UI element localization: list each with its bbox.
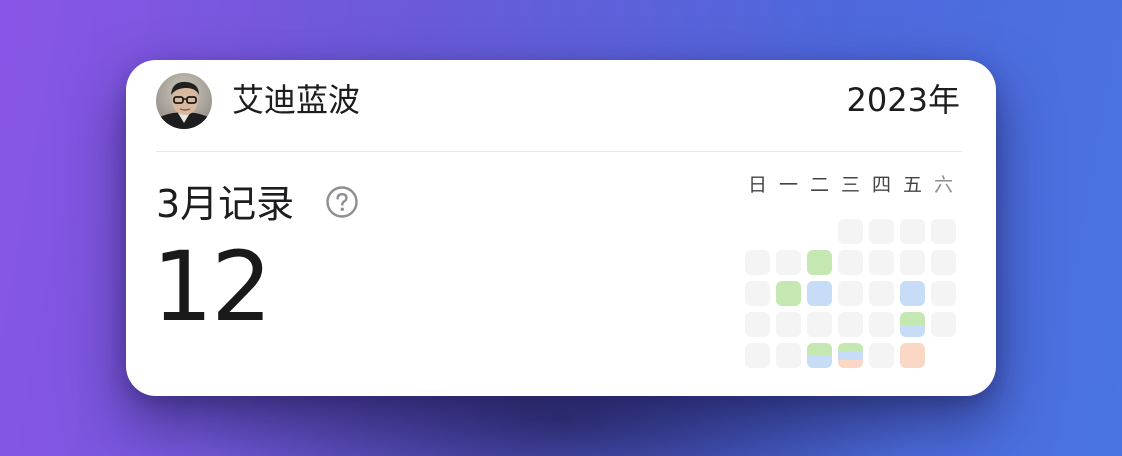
calendar-day-cell[interactable] (900, 343, 925, 368)
calendar-day-cell[interactable] (776, 250, 801, 275)
calendar-day-cell[interactable] (807, 343, 832, 368)
calendar-day-cell[interactable] (931, 312, 956, 337)
weekday-label: 三 (840, 174, 860, 196)
calendar-day-cell[interactable] (745, 250, 770, 275)
calendar-day-cell[interactable] (869, 312, 894, 337)
record-category-segment (838, 359, 863, 368)
calendar-day-cell[interactable] (838, 219, 863, 244)
calendar-day-cell[interactable] (869, 219, 894, 244)
record-count: 12 (152, 231, 272, 343)
calendar-day-cell[interactable] (776, 343, 801, 368)
record-category-segment (807, 355, 832, 368)
weekday-label: 五 (902, 174, 922, 196)
record-category-segment (900, 324, 925, 337)
calendar-day-cell[interactable] (745, 281, 770, 306)
calendar-day-cell[interactable] (931, 250, 956, 275)
weekday-label: 四 (871, 174, 891, 196)
calendar-day-cell[interactable] (900, 250, 925, 275)
calendar-day-cell[interactable] (838, 312, 863, 337)
record-category-segment (838, 351, 863, 360)
month-calendar-grid (745, 217, 961, 375)
record-category-segment (900, 343, 925, 368)
record-title: 3月记录 (156, 182, 295, 226)
calendar-day-cell[interactable] (900, 281, 925, 306)
weekday-label: 一 (778, 174, 798, 196)
calendar-day-cell[interactable] (776, 281, 801, 306)
record-category-segment (900, 281, 925, 306)
record-category-segment (900, 312, 925, 325)
record-category-segment (807, 343, 832, 356)
calendar-day-cell[interactable] (838, 281, 863, 306)
calendar-day-cell[interactable] (900, 312, 925, 337)
record-category-segment (807, 281, 832, 306)
question-circle-icon[interactable] (326, 186, 358, 218)
record-category-segment (776, 281, 801, 306)
calendar-day-cell[interactable] (776, 312, 801, 337)
record-category-segment (807, 250, 832, 275)
weekday-label: 日 (747, 174, 767, 196)
year-label[interactable]: 2023年 (847, 80, 960, 120)
weekday-label: 二 (809, 174, 829, 196)
calendar-day-cell[interactable] (869, 250, 894, 275)
calendar-day-cell[interactable] (807, 312, 832, 337)
calendar-day-cell[interactable] (900, 219, 925, 244)
weekday-label: 六 (933, 174, 953, 196)
calendar-day-cell[interactable] (745, 343, 770, 368)
calendar-day-cell[interactable] (807, 250, 832, 275)
calendar-day-cell[interactable] (838, 250, 863, 275)
calendar-day-cell[interactable] (931, 281, 956, 306)
header-divider (156, 151, 962, 152)
calendar-day-cell[interactable] (869, 281, 894, 306)
weekday-header: 日 一 二 三 四 五 六 (745, 173, 961, 197)
user-name: 艾迪蓝波 (232, 81, 361, 119)
calendar-day-cell[interactable] (745, 312, 770, 337)
avatar[interactable] (156, 73, 212, 129)
calendar-day-cell[interactable] (931, 219, 956, 244)
calendar-day-cell[interactable] (807, 281, 832, 306)
calendar-day-cell[interactable] (838, 343, 863, 368)
calendar-record-widget: 艾迪蓝波 2023年 3月记录 12 日 一 二 三 四 五 六 (126, 60, 996, 396)
record-category-segment (838, 343, 863, 352)
calendar-day-cell[interactable] (869, 343, 894, 368)
